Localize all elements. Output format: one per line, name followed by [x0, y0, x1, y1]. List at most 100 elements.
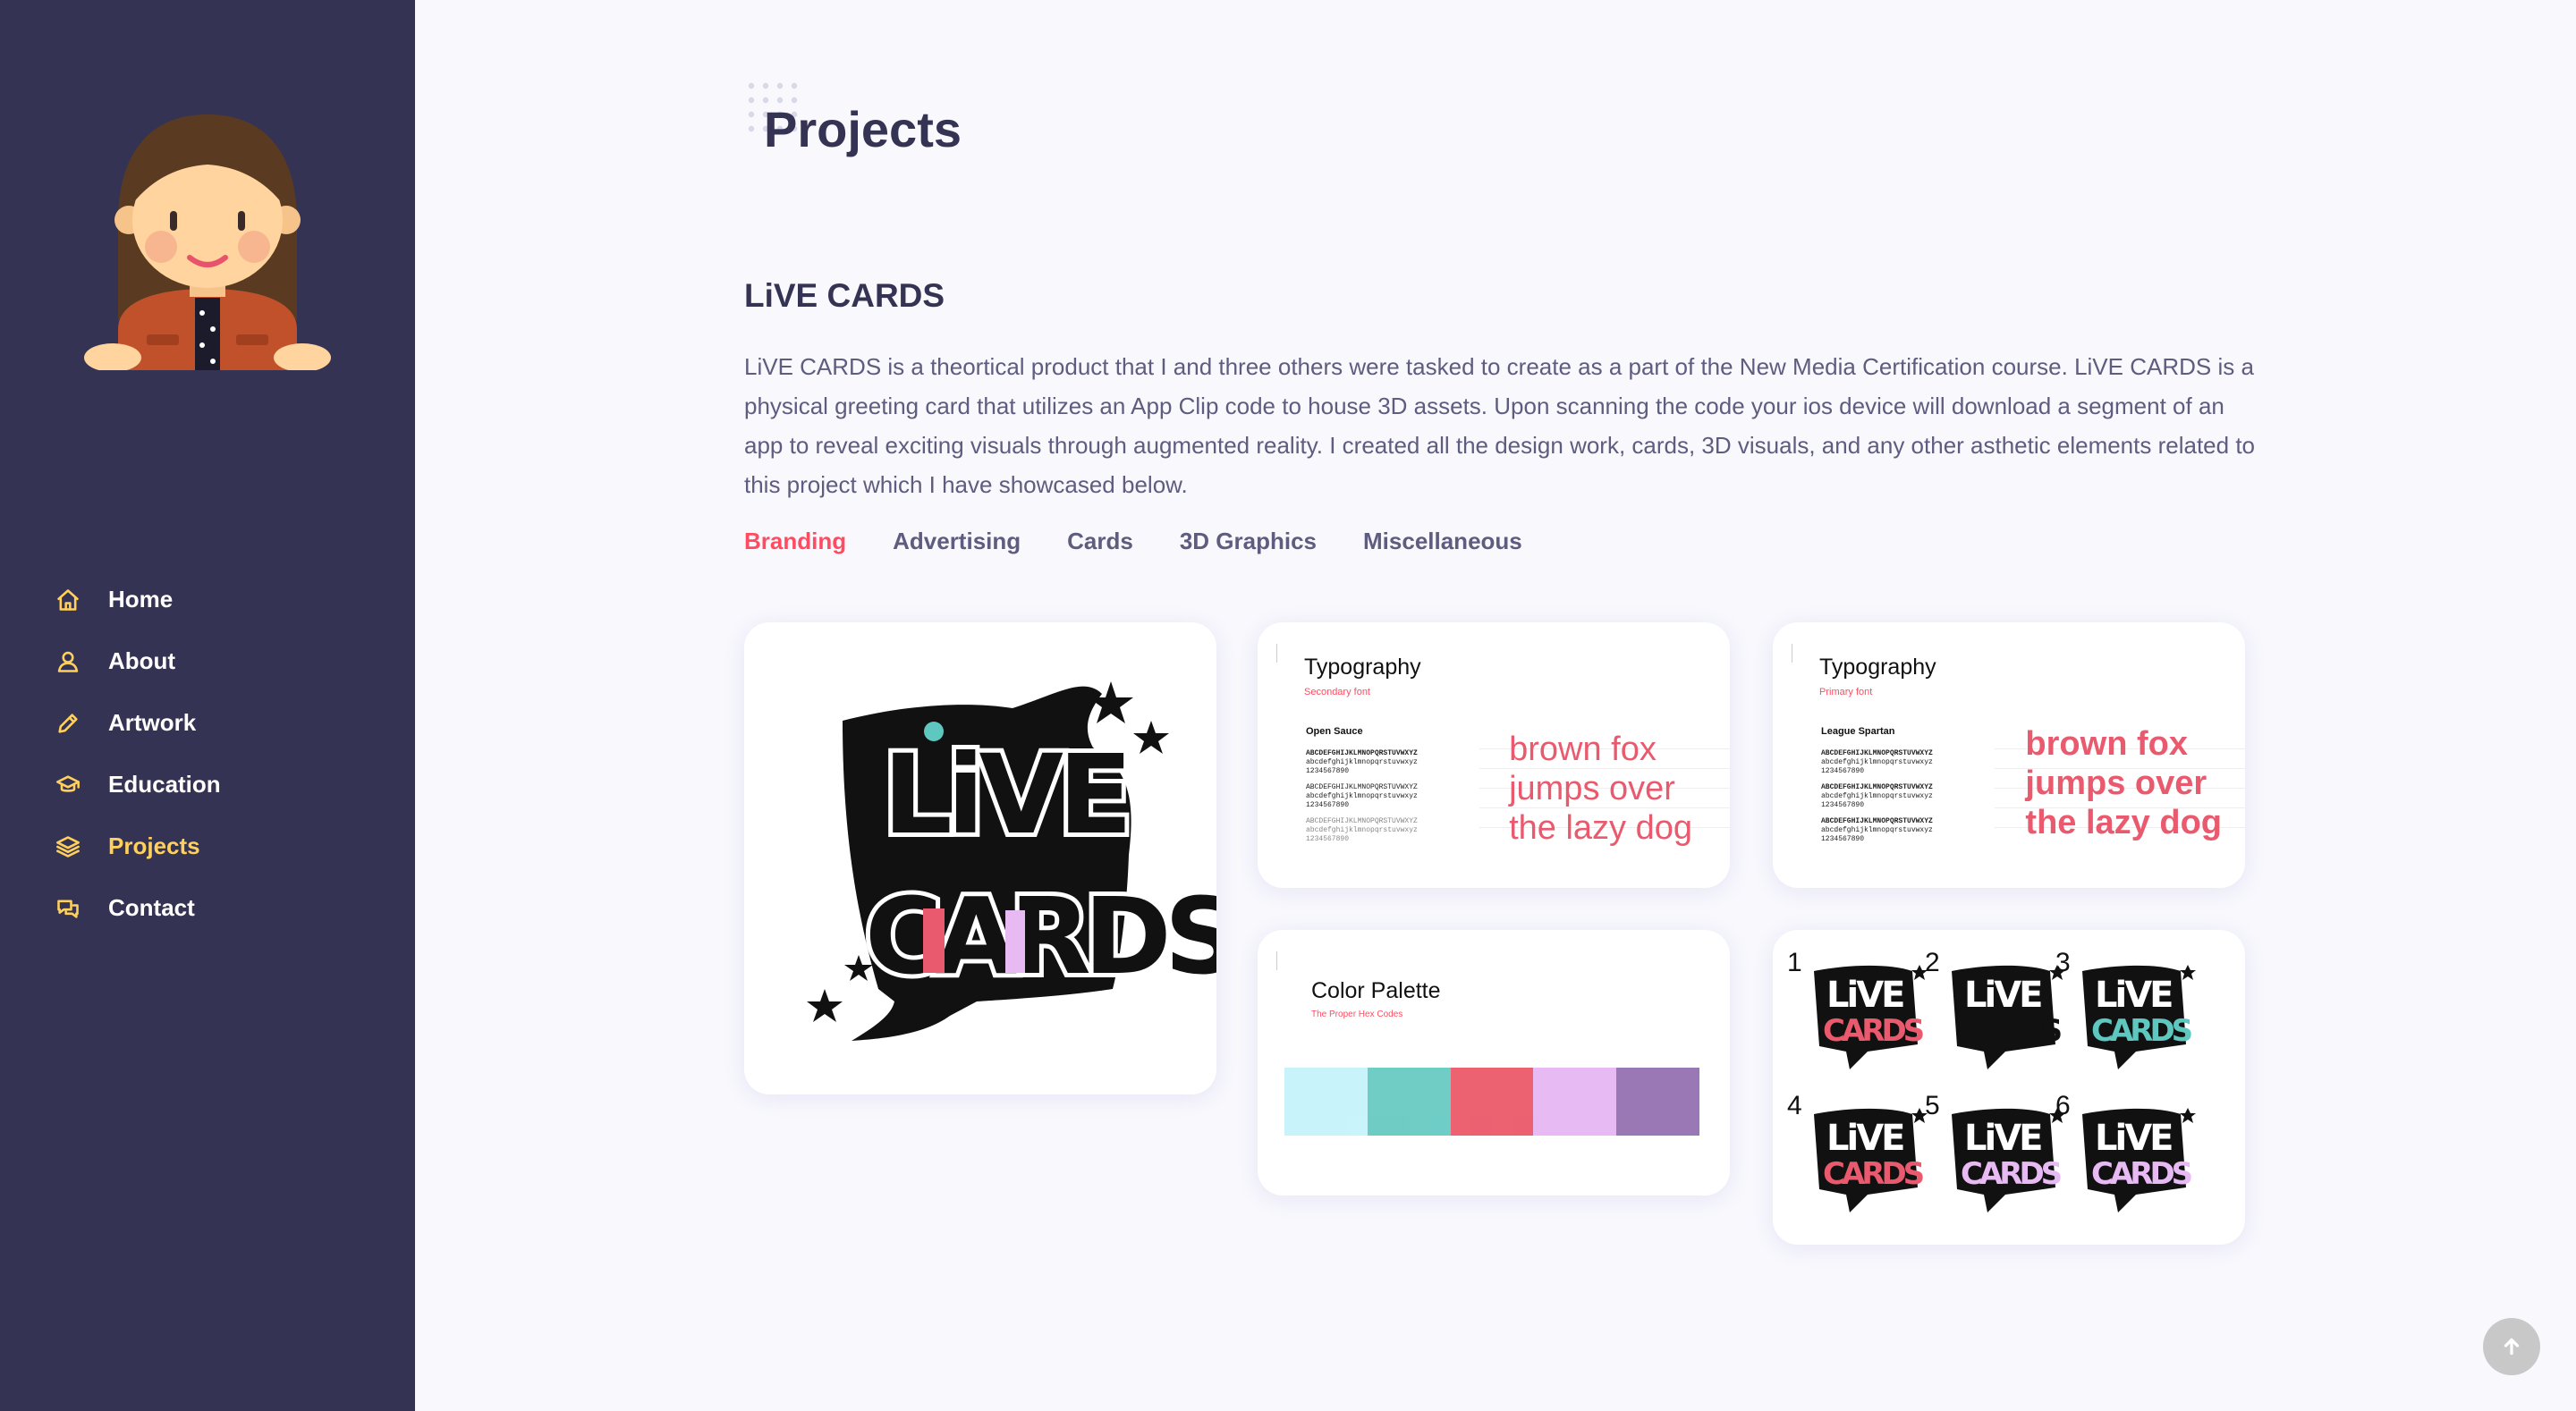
logo-live-mark: LiVE	[1964, 975, 2041, 1016]
nav-label: Projects	[108, 832, 200, 859]
nav-label: About	[108, 647, 176, 674]
font-name: Open Sauce	[1306, 726, 1363, 737]
glyph-upper: ABCDEFGHIJKLMNOPQRSTUVWXYZ	[1306, 783, 1418, 791]
color-swatch	[1533, 1068, 1617, 1136]
variation-number: 5	[1925, 1091, 1940, 1120]
glyph-digits: 1234567890	[1306, 767, 1350, 775]
logo-variations-grid: 1LiVECARDS2LiVECARDS3LiVECARDS4LiVECARDS…	[1787, 948, 2196, 1212]
logo-cards-mark: CARDS	[1823, 1156, 1923, 1192]
glyph-digits: 1234567890	[1306, 835, 1350, 843]
color-swatch	[1367, 1068, 1451, 1136]
filter-advertising[interactable]: Advertising	[893, 528, 1021, 555]
color-swatch	[1284, 1068, 1368, 1136]
logo-cards-mark: CARDS	[2091, 1156, 2191, 1192]
logo-live-mark: LiVE	[1964, 1118, 2041, 1159]
home-icon	[54, 586, 82, 614]
swatch-tints	[1367, 1116, 1451, 1136]
user-icon	[54, 647, 82, 676]
card-subheading: Secondary font	[1304, 687, 1370, 697]
swatch-tints	[1533, 1116, 1617, 1136]
gallery-card-logo[interactable]: LiVE LiVE CARDS CARDS	[744, 622, 1216, 1094]
gallery-card-typography-primary[interactable]: ——— Typography Primary font League Spart…	[1773, 622, 2245, 888]
variation-number: 4	[1787, 1091, 1802, 1120]
sample-line: jumps over	[1509, 770, 1675, 807]
glyph-lower: abcdefghijklmnopqrstuvwxyz	[1821, 758, 1933, 766]
card-subheading: Primary font	[1819, 687, 1873, 697]
glyph-lower: abcdefghijklmnopqrstuvwxyz	[1821, 826, 1933, 834]
vertical-tag-decoration: ———	[1274, 644, 1280, 663]
live-cards-logo: LiVE LiVE CARDS CARDS	[807, 681, 1216, 1041]
glyph-digits: 1234567890	[1306, 801, 1350, 809]
filter-cards[interactable]: Cards	[1067, 528, 1133, 555]
glyph-digits: 1234567890	[1821, 767, 1865, 775]
nav-label: Home	[108, 586, 174, 613]
glyph-lower: abcdefghijklmnopqrstuvwxyz	[1306, 792, 1418, 800]
page-title: Projects	[764, 101, 962, 157]
logo-live-mark: LiVE	[1826, 975, 1903, 1016]
scroll-to-top-button[interactable]	[2483, 1318, 2540, 1375]
logo-variation: 3 LiVECARDS	[2055, 948, 2196, 1069]
svg-text:CARDS: CARDS	[865, 874, 1216, 998]
card-heading: Color Palette	[1311, 978, 1441, 1003]
portfolio-filters: Branding Advertising Cards 3D Graphics M…	[744, 528, 1569, 555]
nav-item-contact[interactable]: Contact	[54, 877, 221, 939]
filter-3d-graphics[interactable]: 3D Graphics	[1180, 528, 1317, 555]
glyph-specimen: ABCDEFGHIJKLMNOPQRSTUVWXYZ abcdefghijklmn…	[1306, 749, 1467, 851]
nav-item-home[interactable]: Home	[54, 569, 221, 630]
gallery-card-typography-secondary[interactable]: ——— Typography Secondary font Open Sauce…	[1258, 622, 1730, 888]
project-description: LiVE CARDS is a theortical product that …	[744, 353, 2255, 498]
gallery-card-color-palette[interactable]: ——— Color Palette The Proper Hex Codes	[1258, 930, 1730, 1196]
arrow-up-icon	[2504, 1338, 2520, 1356]
glyph-digits: 1234567890	[1821, 835, 1865, 843]
sample-line: the lazy dog	[1509, 809, 1692, 847]
glyph-upper: ABCDEFGHIJKLMNOPQRSTUVWXYZ	[1306, 817, 1418, 825]
logo-live-mark: LiVE	[2095, 975, 2172, 1016]
logo-cards-mark: CARDS	[2091, 1013, 2191, 1049]
nav-label: Education	[108, 771, 221, 798]
variation-number: 6	[2055, 1091, 2071, 1120]
color-swatch	[1616, 1068, 1699, 1136]
variation-number: 1	[1787, 948, 1802, 977]
logo-cards-mark: CARDS	[1961, 1156, 2061, 1192]
logo-variation: 4 LiVECARDS	[1787, 1091, 1928, 1212]
svg-text:LiVE: LiVE	[883, 731, 1127, 858]
logo-cards-mark: CARDS	[1823, 1013, 1923, 1049]
card-heading: Typography	[1819, 655, 1936, 680]
sample-text: brown fox jumps over the lazy dog	[1509, 730, 1692, 848]
glyph-lower: abcdefghijklmnopqrstuvwxyz	[1821, 792, 1933, 800]
nav-label: Contact	[108, 894, 195, 921]
swatch-tints	[1450, 1116, 1534, 1136]
variation-number: 2	[1925, 948, 1940, 977]
vertical-tag-decoration: ———	[1789, 644, 1795, 663]
logo-live-mark: LiVE	[1826, 1118, 1903, 1159]
sample-line: the lazy dog	[2025, 804, 2222, 841]
vertical-tag-decoration: ———	[1274, 951, 1280, 970]
color-swatches	[1284, 1068, 1699, 1136]
glyph-upper: ABCDEFGHIJKLMNOPQRSTUVWXYZ	[1306, 749, 1418, 757]
sample-text: brown fox jumps over the lazy dog	[2025, 724, 2222, 842]
variation-number: 3	[2055, 948, 2071, 977]
logo-variation: 1 LiVECARDS	[1787, 948, 1928, 1069]
swatch-tints	[1284, 1116, 1368, 1136]
nav-item-projects[interactable]: Projects	[54, 815, 221, 877]
glyph-upper: ABCDEFGHIJKLMNOPQRSTUVWXYZ	[1821, 817, 1933, 825]
logo-variation: 2 LiVECARDS	[1925, 948, 2065, 1069]
filter-branding[interactable]: Branding	[744, 528, 846, 555]
card-subheading: The Proper Hex Codes	[1311, 1010, 1403, 1019]
logo-variation: 5 LiVECARDS	[1925, 1091, 2065, 1212]
nav-item-about[interactable]: About	[54, 630, 221, 692]
avatar	[84, 114, 331, 370]
sample-line: jumps over	[2025, 765, 2207, 802]
nav-label: Artwork	[108, 709, 197, 736]
logo-variation: 6 LiVECARDS	[2055, 1091, 2196, 1212]
project-title: LiVE CARDS	[744, 277, 945, 314]
glyph-digits: 1234567890	[1821, 801, 1865, 809]
nav-item-education[interactable]: Education	[54, 754, 221, 815]
card-heading: Typography	[1304, 655, 1421, 680]
filter-miscellaneous[interactable]: Miscellaneous	[1363, 528, 1522, 555]
graduation-cap-icon	[54, 771, 82, 799]
sample-line: brown fox	[1509, 731, 1657, 768]
color-swatch	[1450, 1068, 1534, 1136]
nav-item-artwork[interactable]: Artwork	[54, 692, 221, 754]
gallery-card-logo-variations[interactable]: 1 LiVE CARDS 2 LiVE CARDS 3 LiVE CARDS 4 LiVE CARDS…	[1773, 930, 2245, 1245]
